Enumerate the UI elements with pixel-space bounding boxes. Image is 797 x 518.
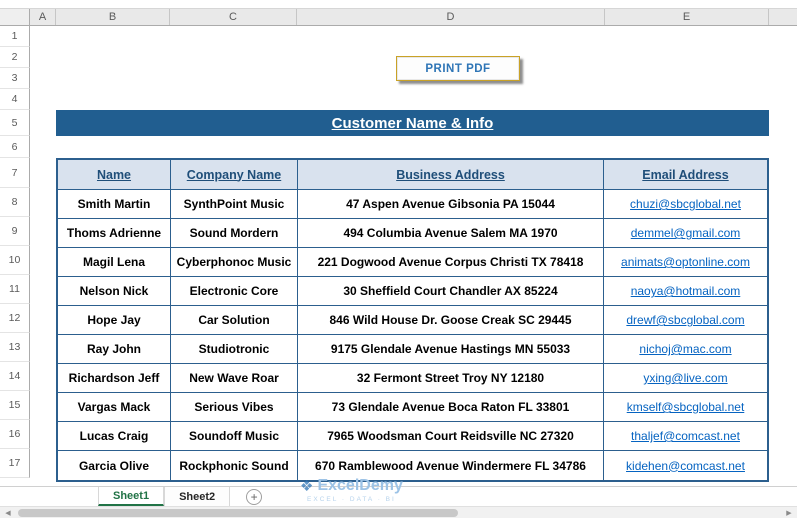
table-row: Smith Martin SynthPoint Music 47 Aspen A… — [58, 190, 767, 219]
email-link[interactable]: nichoj@mac.com — [604, 335, 767, 363]
company-cell[interactable]: Cyberphonoc Music — [171, 248, 298, 276]
company-cell[interactable]: Studiotronic — [171, 335, 298, 363]
row-header-15[interactable]: 15 — [0, 391, 30, 420]
company-cell[interactable]: Soundoff Music — [171, 422, 298, 450]
email-link[interactable]: kidehen@comcast.net — [604, 451, 767, 480]
tab-sheet1[interactable]: Sheet1 — [98, 487, 165, 506]
column-header-c[interactable]: C — [170, 9, 297, 25]
tab-bar-spacer — [0, 487, 98, 506]
name-cell[interactable]: Ray John — [58, 335, 171, 363]
address-cell[interactable]: 73 Glendale Avenue Boca Raton FL 33801 — [298, 393, 604, 421]
table-row: Magil Lena Cyberphonoc Music 221 Dogwood… — [58, 248, 767, 277]
sheet-grid: PRINT PDF Customer Name & Info Name Comp… — [30, 26, 797, 482]
email-link[interactable]: naoya@hotmail.com — [604, 277, 767, 305]
address-cell[interactable]: 7965 Woodsman Court Reidsville NC 27320 — [298, 422, 604, 450]
address-cell[interactable]: 47 Aspen Avenue Gibsonia PA 15044 — [298, 190, 604, 218]
row-header-11[interactable]: 11 — [0, 275, 30, 304]
print-pdf-button[interactable]: PRINT PDF — [396, 56, 520, 81]
table-row: Hope Jay Car Solution 846 Wild House Dr.… — [58, 306, 767, 335]
address-cell[interactable]: 32 Fermont Street Troy NY 12180 — [298, 364, 604, 392]
header-company[interactable]: Company Name — [171, 160, 298, 189]
name-cell[interactable]: Nelson Nick — [58, 277, 171, 305]
address-cell[interactable]: 9175 Glendale Avenue Hastings MN 55033 — [298, 335, 604, 363]
table-row: Richardson Jeff New Wave Roar 32 Fermont… — [58, 364, 767, 393]
horizontal-scrollbar[interactable]: ◀ ▶ — [0, 506, 797, 518]
row-header-5[interactable]: 5 — [0, 110, 30, 136]
company-cell[interactable]: Car Solution — [171, 306, 298, 334]
email-link[interactable]: demmel@gmail.com — [604, 219, 767, 247]
name-cell[interactable]: Smith Martin — [58, 190, 171, 218]
row-header-strip: 1 2 3 4 5 6 7 8 9 10 11 12 13 14 15 16 1… — [0, 26, 30, 478]
select-all-corner[interactable] — [0, 9, 30, 25]
row-header-13[interactable]: 13 — [0, 333, 30, 362]
company-cell[interactable]: Electronic Core — [171, 277, 298, 305]
header-name[interactable]: Name — [58, 160, 171, 189]
column-header-a[interactable]: A — [30, 9, 56, 25]
email-link[interactable]: yxing@live.com — [604, 364, 767, 392]
row-header-16[interactable]: 16 — [0, 420, 30, 449]
address-cell[interactable]: 221 Dogwood Avenue Corpus Christi TX 784… — [298, 248, 604, 276]
table-header-row: Name Company Name Business Address Email… — [58, 160, 767, 190]
scrollbar-thumb[interactable] — [18, 509, 458, 517]
name-cell[interactable]: Garcia Olive — [58, 451, 171, 480]
name-cell[interactable]: Lucas Craig — [58, 422, 171, 450]
sheet-tab-bar: Sheet1 Sheet2 + — [0, 486, 797, 506]
address-cell[interactable]: 670 Ramblewood Avenue Windermere FL 3478… — [298, 451, 604, 480]
email-link[interactable]: animats@optonline.com — [604, 248, 767, 276]
row-header-8[interactable]: 8 — [0, 188, 30, 217]
column-header-e[interactable]: E — [605, 9, 769, 25]
address-cell[interactable]: 30 Sheffield Court Chandler AX 85224 — [298, 277, 604, 305]
row-header-7[interactable]: 7 — [0, 158, 30, 188]
row-header-9[interactable]: 9 — [0, 217, 30, 246]
excel-window: A B C D E 1 2 3 4 5 6 7 8 9 10 11 12 13 … — [0, 0, 797, 518]
column-header-d[interactable]: D — [297, 9, 605, 25]
address-cell[interactable]: 494 Columbia Avenue Salem MA 1970 — [298, 219, 604, 247]
company-cell[interactable]: Serious Vibes — [171, 393, 298, 421]
row-header-4[interactable]: 4 — [0, 89, 30, 110]
tab-sheet2[interactable]: Sheet2 — [164, 487, 231, 506]
scroll-left-arrow-icon[interactable]: ◀ — [0, 507, 16, 518]
header-email[interactable]: Email Address — [604, 160, 767, 189]
table-row: Lucas Craig Soundoff Music 7965 Woodsman… — [58, 422, 767, 451]
company-cell[interactable]: Rockphonic Sound — [171, 451, 298, 480]
address-cell[interactable]: 846 Wild House Dr. Goose Creak SC 29445 — [298, 306, 604, 334]
row-header-17[interactable]: 17 — [0, 449, 30, 478]
table-row: Ray John Studiotronic 9175 Glendale Aven… — [58, 335, 767, 364]
name-cell[interactable]: Magil Lena — [58, 248, 171, 276]
email-link[interactable]: thaljef@comcast.net — [604, 422, 767, 450]
company-cell[interactable]: Sound Mordern — [171, 219, 298, 247]
row-header-6[interactable]: 6 — [0, 136, 30, 158]
company-cell[interactable]: New Wave Roar — [171, 364, 298, 392]
row-header-2[interactable]: 2 — [0, 47, 30, 68]
company-cell[interactable]: SynthPoint Music — [171, 190, 298, 218]
name-cell[interactable]: Richardson Jeff — [58, 364, 171, 392]
row-header-10[interactable]: 10 — [0, 246, 30, 275]
table-row: Vargas Mack Serious Vibes 73 Glendale Av… — [58, 393, 767, 422]
customer-table: Name Company Name Business Address Email… — [56, 158, 769, 482]
table-row: Thoms Adrienne Sound Mordern 494 Columbi… — [58, 219, 767, 248]
column-header-strip: A B C D E — [0, 8, 797, 26]
add-sheet-button[interactable]: + — [246, 488, 263, 505]
name-cell[interactable]: Thoms Adrienne — [58, 219, 171, 247]
scroll-right-arrow-icon[interactable]: ▶ — [781, 507, 797, 518]
email-link[interactable]: chuzi@sbcglobal.net — [604, 190, 767, 218]
table-row: Garcia Olive Rockphonic Sound 670 Ramble… — [58, 451, 767, 480]
row-header-12[interactable]: 12 — [0, 304, 30, 333]
table-row: Nelson Nick Electronic Core 30 Sheffield… — [58, 277, 767, 306]
row-header-1[interactable]: 1 — [0, 26, 30, 47]
row-header-3[interactable]: 3 — [0, 68, 30, 89]
title-banner-cell[interactable]: Customer Name & Info — [56, 110, 769, 136]
header-address[interactable]: Business Address — [298, 160, 604, 189]
email-link[interactable]: drewf@sbcglobal.com — [604, 306, 767, 334]
column-header-partial[interactable] — [769, 9, 797, 25]
name-cell[interactable]: Vargas Mack — [58, 393, 171, 421]
email-link[interactable]: kmself@sbcglobal.net — [604, 393, 767, 421]
row-header-14[interactable]: 14 — [0, 362, 30, 391]
name-cell[interactable]: Hope Jay — [58, 306, 171, 334]
column-header-b[interactable]: B — [56, 9, 170, 25]
